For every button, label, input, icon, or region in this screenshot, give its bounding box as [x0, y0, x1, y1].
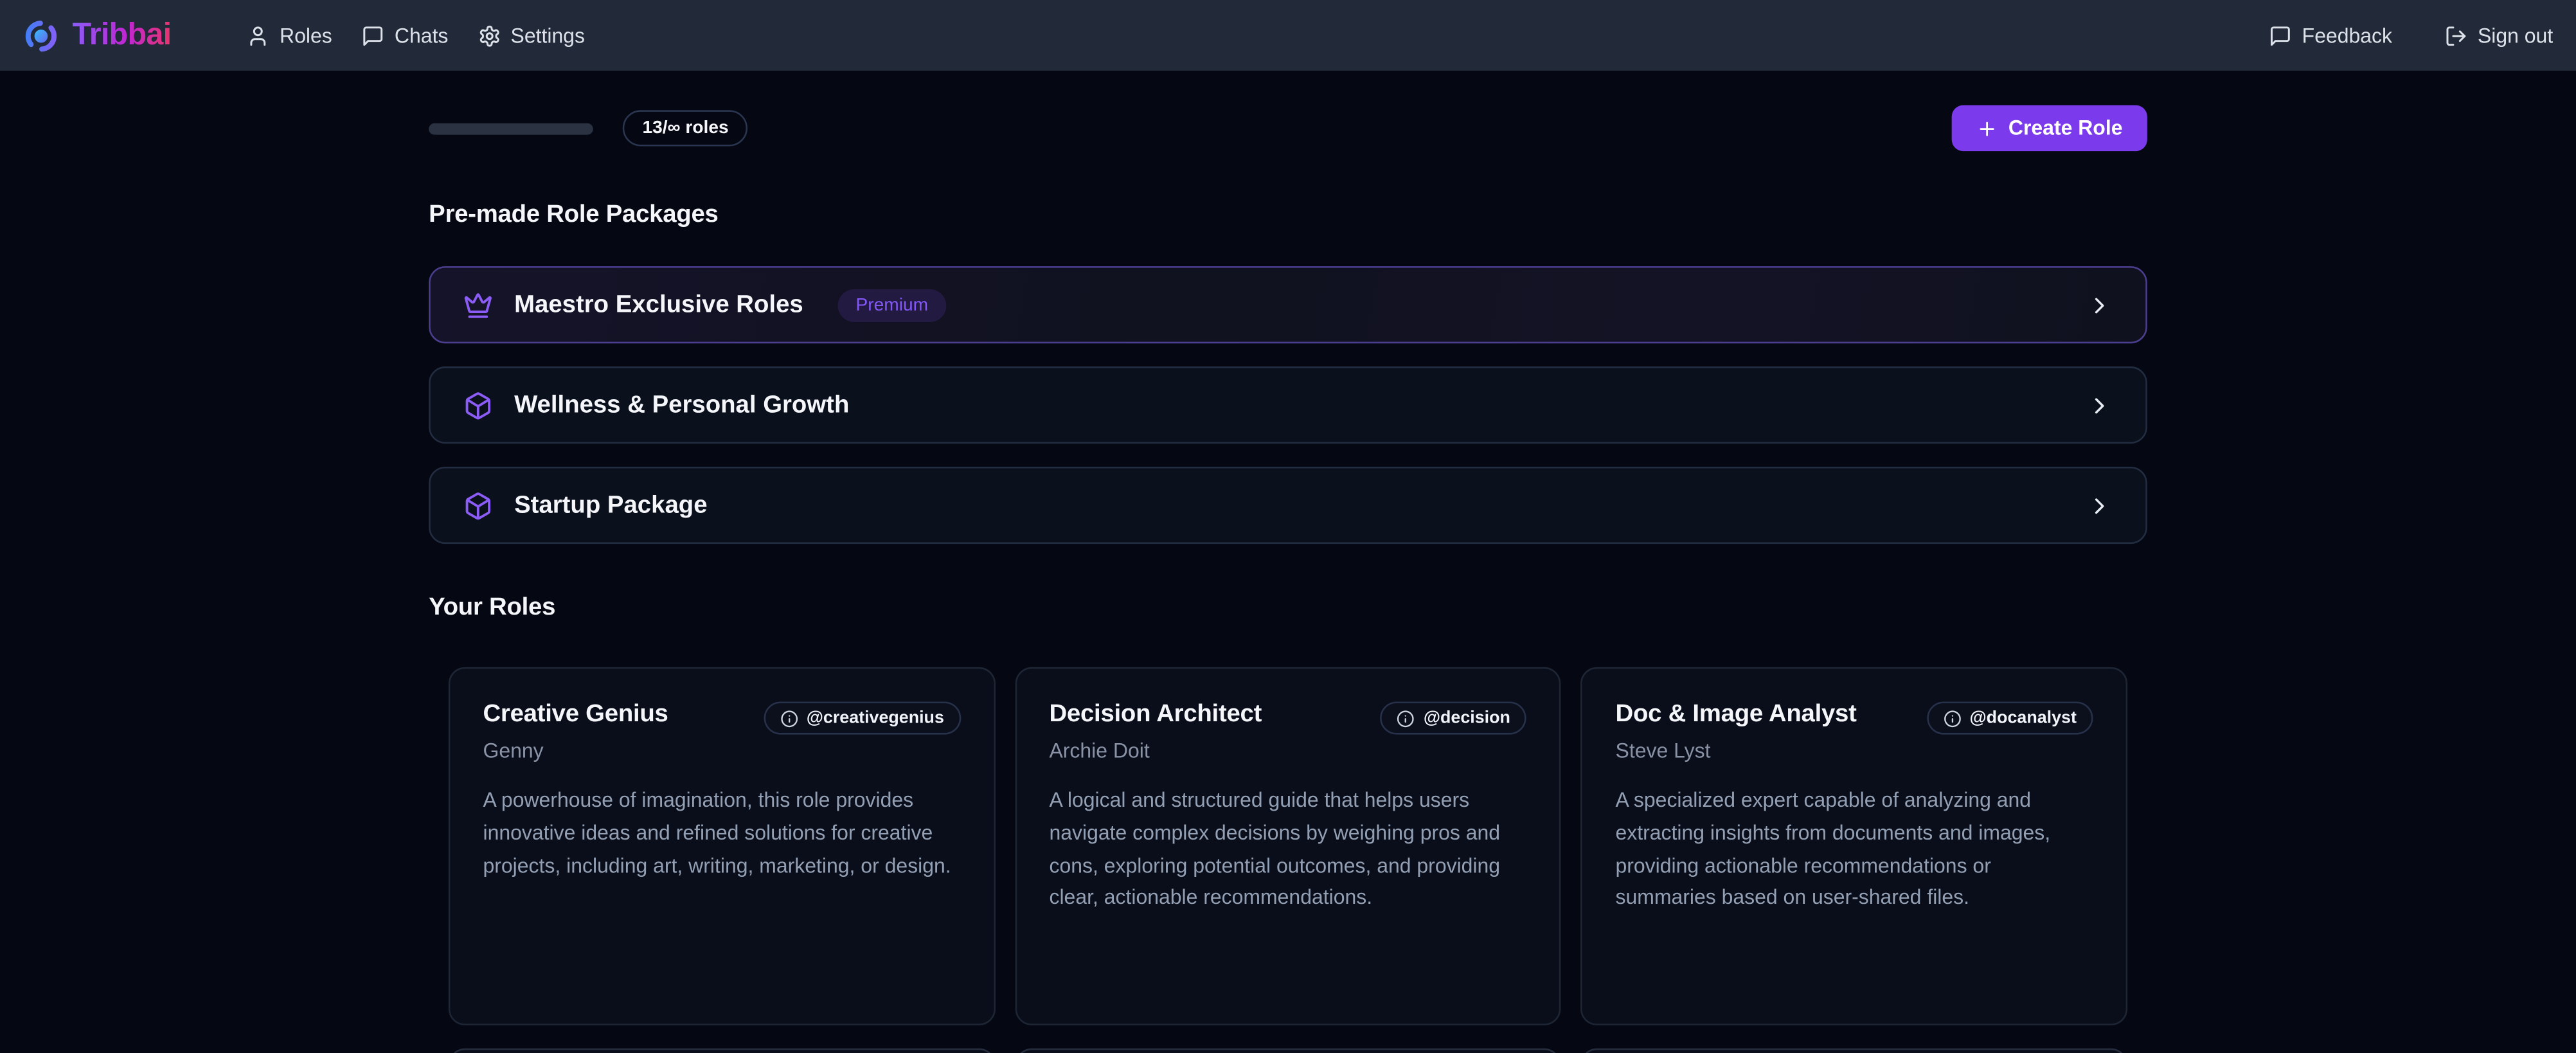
role-title: Creative Genius — [483, 700, 668, 728]
sign-out-button[interactable]: Sign out — [2445, 24, 2553, 47]
gear-icon — [478, 24, 501, 47]
role-subtitle: Genny — [483, 739, 960, 762]
main-content: 13/∞ roles Create Role Pre-made Role Pac… — [0, 105, 2576, 1053]
brand-logo[interactable]: Tribbai — [23, 17, 172, 53]
role-card-doc-image-analyst[interactable]: Doc & Image Analyst @docanalyst Steve Ly… — [1581, 667, 2127, 1025]
chevron-right-icon — [2086, 292, 2113, 318]
package-list: Maestro Exclusive Roles Premium Wellness… — [429, 266, 2147, 544]
role-card-creative-genius[interactable]: Creative Genius @creativegenius Genny A … — [449, 667, 995, 1025]
package-row-startup-package[interactable]: Startup Package — [429, 467, 2147, 544]
chevron-right-icon — [2086, 392, 2113, 419]
nav-item-chats[interactable]: Chats — [362, 24, 449, 47]
role-subtitle: Archie Doit — [1049, 739, 1526, 762]
info-icon — [780, 709, 798, 727]
info-icon — [1397, 709, 1415, 727]
feedback-label: Feedback — [2302, 24, 2392, 47]
role-handle-badge[interactable]: @docanalyst — [1927, 701, 2093, 734]
role-handle: @creativegenius — [807, 708, 944, 728]
role-description: A powerhouse of imagination, this role p… — [483, 786, 960, 883]
chat-bubble-icon — [362, 24, 385, 47]
info-icon — [1944, 709, 1962, 727]
feedback-button[interactable]: Feedback — [2269, 24, 2392, 47]
package-title: Maestro Exclusive Roles — [514, 291, 803, 318]
roles-usage-progress-bar — [429, 122, 593, 134]
create-role-label: Create Role — [2008, 116, 2123, 140]
package-title: Wellness & Personal Growth — [514, 391, 849, 419]
role-card-partial[interactable] — [449, 1048, 995, 1053]
role-handle: @decision — [1424, 708, 1510, 728]
create-role-button[interactable]: Create Role — [1951, 105, 2147, 152]
your-roles-section-title: Your Roles — [429, 593, 2147, 621]
plus-icon — [1976, 118, 1997, 139]
role-card-partial[interactable] — [1015, 1048, 1561, 1053]
nav-label: Settings — [511, 24, 585, 47]
topbar-actions: Feedback Sign out — [2269, 24, 2554, 47]
package-icon — [463, 390, 493, 420]
brand-name: Tribbai — [72, 17, 171, 53]
role-description: A specialized expert capable of analyzin… — [1616, 786, 2093, 915]
package-row-wellness-personal-growth[interactable]: Wellness & Personal Growth — [429, 366, 2147, 444]
role-handle-badge[interactable]: @creativegenius — [764, 701, 960, 734]
sign-out-label: Sign out — [2478, 24, 2553, 47]
main-nav: Roles Chats Settings — [247, 24, 585, 47]
package-title: Startup Package — [514, 491, 707, 519]
nav-item-settings[interactable]: Settings — [478, 24, 585, 47]
packages-section-title: Pre-made Role Packages — [429, 201, 2147, 228]
nav-item-roles[interactable]: Roles — [247, 24, 332, 47]
package-row-maestro-exclusive-roles[interactable]: Maestro Exclusive Roles Premium — [429, 266, 2147, 343]
role-description: A logical and structured guide that help… — [1049, 786, 1526, 915]
roles-toolbar: 13/∞ roles Create Role — [429, 105, 2147, 152]
package-icon — [463, 491, 493, 520]
chat-bubble-icon — [2269, 24, 2293, 47]
role-handle-badge[interactable]: @decision — [1381, 701, 1526, 734]
app-window: Tribbai Roles Chats Settings — [0, 0, 2576, 1053]
role-card-decision-architect[interactable]: Decision Architect @decision Archie Doit… — [1015, 667, 1561, 1025]
role-title: Decision Architect — [1049, 700, 1262, 728]
role-subtitle: Steve Lyst — [1616, 739, 2093, 762]
tribbai-logo-icon — [23, 17, 59, 53]
roles-count-badge: 13/∞ roles — [623, 110, 749, 146]
nav-label: Chats — [395, 24, 448, 47]
role-card-partial[interactable] — [1581, 1048, 2127, 1053]
logout-icon — [2445, 24, 2468, 47]
premium-badge: Premium — [837, 289, 946, 321]
crown-icon — [463, 290, 493, 320]
role-title: Doc & Image Analyst — [1616, 700, 1857, 728]
top-navigation-bar: Tribbai Roles Chats Settings — [0, 0, 2576, 71]
role-handle: @docanalyst — [1970, 708, 2077, 728]
chevron-right-icon — [2086, 492, 2113, 519]
role-cards-grid-next-row — [429, 1048, 2147, 1053]
user-icon — [247, 24, 270, 47]
nav-label: Roles — [280, 24, 332, 47]
role-cards-grid: Creative Genius @creativegenius Genny A … — [429, 667, 2147, 1025]
